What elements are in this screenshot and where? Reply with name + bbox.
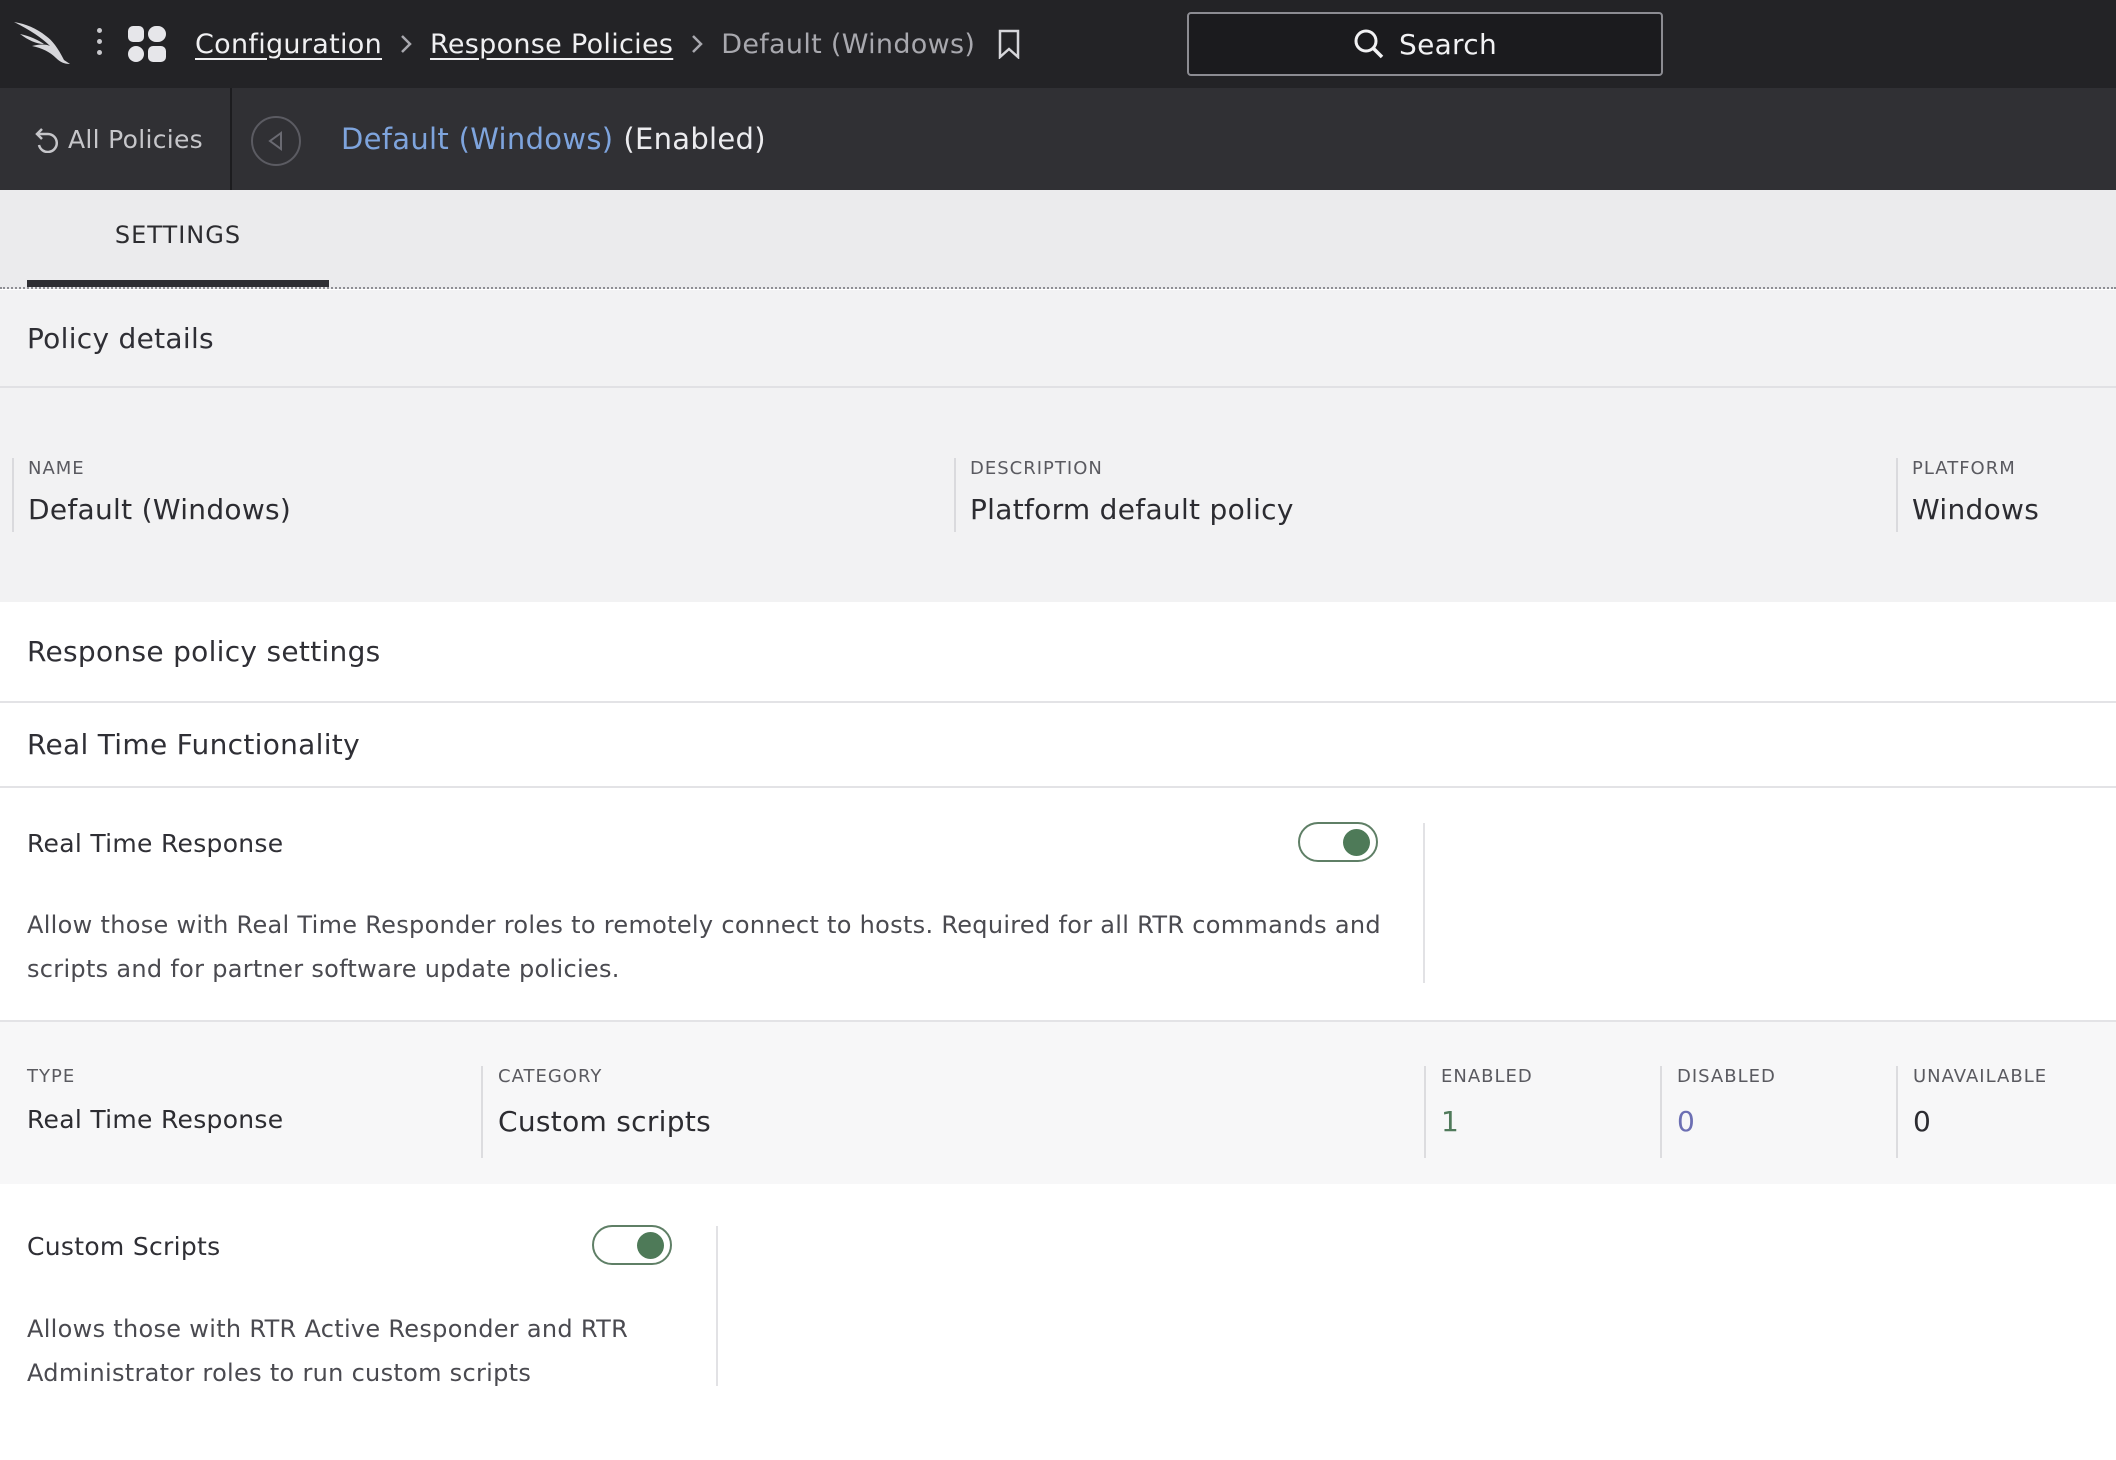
- real-time-response-title: Real Time Response: [27, 829, 284, 858]
- tab-strip: SETTINGS: [0, 190, 2116, 289]
- type-summary-panel: TYPE Real Time Response CATEGORY Custom …: [0, 1020, 2116, 1184]
- policy-details-heading: Policy details: [0, 290, 2116, 388]
- disabled-field: DISABLED 0: [1660, 1066, 1894, 1158]
- falcon-logo-icon[interactable]: [12, 18, 74, 68]
- chevron-right-icon: [401, 35, 412, 53]
- search-button[interactable]: Search: [1187, 12, 1663, 76]
- policy-header-bar: All Policies: [0, 88, 2116, 190]
- response-policy-settings-heading: Response policy settings: [0, 602, 2116, 703]
- toggle-knob: [1343, 829, 1370, 856]
- custom-scripts-title: Custom Scripts: [27, 1232, 221, 1261]
- unavailable-count: 0: [1913, 1105, 1932, 1138]
- description-field: DESCRIPTION Platform default policy: [954, 458, 1894, 532]
- category-value: Custom scripts: [498, 1105, 711, 1138]
- description-value: Platform default policy: [970, 493, 1294, 526]
- custom-scripts-toggle[interactable]: [592, 1225, 672, 1265]
- apps-menu-icon[interactable]: [128, 26, 166, 62]
- description-label: DESCRIPTION: [970, 458, 1103, 479]
- real-time-response-desc-line: Allow those with Real Time Responder rol…: [27, 911, 1381, 939]
- type-field: TYPE Real Time Response: [12, 1066, 478, 1158]
- name-value: Default (Windows): [28, 493, 292, 526]
- enabled-label: ENABLED: [1441, 1066, 1533, 1087]
- breadcrumb: Configuration Response Policies Default …: [195, 0, 1021, 88]
- real-time-response-description: Allow those with Real Time Responder rol…: [27, 903, 1381, 991]
- policy-title-status: (Enabled): [623, 122, 766, 156]
- policy-title-name[interactable]: Default (Windows): [341, 122, 613, 156]
- custom-scripts-desc-line: Allows those with RTR Active Responder a…: [27, 1315, 629, 1343]
- disabled-count[interactable]: 0: [1677, 1105, 1894, 1138]
- breadcrumb-current: Default (Windows): [721, 28, 976, 60]
- all-policies-label: All Policies: [68, 124, 204, 154]
- real-time-functionality-heading: Real Time Functionality: [0, 703, 2116, 788]
- type-label: TYPE: [27, 1066, 76, 1087]
- breadcrumb-response-policies[interactable]: Response Policies: [430, 29, 673, 60]
- custom-scripts-description: Allows those with RTR Active Responder a…: [27, 1307, 628, 1395]
- top-navigation-bar: Configuration Response Policies Default …: [0, 0, 2116, 88]
- platform-field: PLATFORM Windows: [1896, 458, 2114, 532]
- custom-scripts-desc-line: Administrator roles to run custom script…: [27, 1359, 532, 1387]
- policy-title: Default (Windows) (Enabled): [341, 88, 766, 190]
- policy-details-panel: NAME Default (Windows) DESCRIPTION Platf…: [0, 388, 2116, 602]
- name-field: NAME Default (Windows): [12, 458, 952, 532]
- header-divider: [230, 88, 232, 190]
- category-label: CATEGORY: [498, 1066, 603, 1087]
- all-policies-button[interactable]: All Policies: [34, 88, 203, 190]
- collapse-button[interactable]: [251, 116, 301, 166]
- real-time-response-desc-line: scripts and for partner software update …: [27, 955, 620, 983]
- setting-divider: [1423, 823, 1425, 983]
- platform-label: PLATFORM: [1912, 458, 2016, 479]
- search-icon: [1354, 29, 1384, 59]
- chevron-right-icon: [692, 35, 704, 53]
- search-label: Search: [1399, 27, 1497, 61]
- unavailable-label: UNAVAILABLE: [1913, 1066, 2048, 1087]
- real-time-response-toggle[interactable]: [1298, 822, 1378, 862]
- enabled-count[interactable]: 1: [1441, 1105, 1658, 1138]
- more-options-icon[interactable]: [94, 24, 104, 64]
- name-label: NAME: [28, 458, 85, 479]
- type-value: Real Time Response: [27, 1105, 284, 1134]
- triangle-left-icon: [268, 131, 282, 151]
- disabled-label: DISABLED: [1677, 1066, 1776, 1087]
- bookmark-icon[interactable]: [997, 29, 1021, 59]
- category-field: CATEGORY Custom scripts: [481, 1066, 1421, 1158]
- tab-settings[interactable]: SETTINGS: [27, 190, 329, 287]
- platform-value: Windows: [1912, 493, 2040, 526]
- enabled-field: ENABLED 1: [1424, 1066, 1658, 1158]
- setting-divider: [716, 1226, 718, 1386]
- breadcrumb-configuration[interactable]: Configuration: [195, 29, 382, 60]
- undo-arrow-icon: [35, 128, 59, 153]
- unavailable-field: UNAVAILABLE 0: [1896, 1066, 2114, 1158]
- toggle-knob: [637, 1232, 664, 1259]
